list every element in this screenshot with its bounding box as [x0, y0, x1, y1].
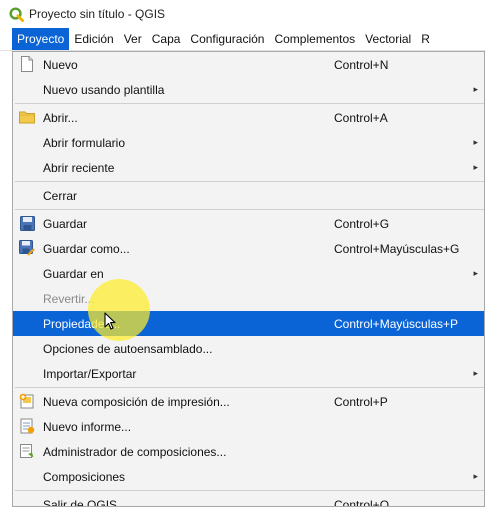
window-title: Proyecto sin título - QGIS: [29, 7, 166, 21]
menu-separator: [15, 490, 484, 491]
menu-ver[interactable]: Ver: [119, 28, 147, 50]
menu-item-nueva-composicion-de-impresion[interactable]: Nueva composición de impresión... Control…: [13, 389, 484, 414]
menu-item-shortcut: Control+Q: [334, 497, 390, 507]
menu-configuracion[interactable]: Configuración: [185, 28, 269, 50]
menu-item-label: Guardar en: [43, 266, 104, 281]
menu-r[interactable]: R: [416, 28, 435, 50]
menu-item-label: Abrir reciente: [43, 160, 115, 175]
save-as-icon: [19, 240, 35, 256]
menu-item-label: Importar/Exportar: [43, 366, 137, 381]
menu-item-guardar-en[interactable]: Guardar en ▸: [13, 261, 484, 286]
menu-vectorial[interactable]: Vectorial: [360, 28, 416, 50]
menu-item-opciones-de-autoensamblado[interactable]: Opciones de autoensamblado...: [13, 336, 484, 361]
menu-item-label: Cerrar: [43, 188, 78, 203]
menu-item-nuevo-informe[interactable]: Nuevo informe...: [13, 414, 484, 439]
menu-item-label: Salir de QGIS: [43, 497, 118, 507]
qgis-logo-icon: [9, 6, 24, 22]
menu-separator: [15, 103, 484, 104]
menu-item-abrir-formulario[interactable]: Abrir formulario ▸: [13, 130, 484, 155]
menu-item-shortcut: Control+G: [334, 216, 390, 231]
menu-item-salir-de-qgis[interactable]: Salir de QGIS Control+Q: [13, 492, 484, 507]
menu-item-abrir[interactable]: Abrir... Control+A: [13, 105, 484, 130]
menu-separator: [15, 181, 484, 182]
window-titlebar: Proyecto sin título - QGIS: [0, 0, 486, 28]
folder-icon: [19, 109, 35, 125]
save-icon: [19, 215, 35, 231]
new-print-layout-icon: [19, 393, 35, 409]
menu-item-shortcut: Control+Mayúsculas+P: [334, 316, 459, 331]
menu-item-label: Nuevo: [43, 57, 78, 72]
menu-item-propiedades[interactable]: Propiedades... Control+Mayúsculas+P: [13, 311, 484, 336]
menu-item-cerrar[interactable]: Cerrar: [13, 183, 484, 208]
menu-proyecto[interactable]: Proyecto: [12, 28, 70, 50]
menu-separator: [15, 387, 484, 388]
submenu-arrow-icon: ▸: [473, 268, 478, 278]
proyecto-menu-dropdown: Nuevo Control+N Nuevo usando plantilla ▸ Abr…: [12, 51, 485, 507]
menu-item-label: Nuevo usando plantilla: [43, 82, 165, 97]
menu-complementos[interactable]: Complementos: [269, 28, 360, 50]
menu-item-label: Guardar: [43, 216, 88, 231]
menu-item-label: Abrir...: [43, 110, 78, 125]
menu-item-importar-exportar[interactable]: Importar/Exportar ▸: [13, 361, 484, 386]
menu-item-label: Guardar como...: [43, 241, 130, 256]
submenu-arrow-icon: ▸: [473, 84, 478, 94]
menu-item-abrir-reciente[interactable]: Abrir reciente ▸: [13, 155, 484, 180]
menu-item-label: Revertir...: [43, 291, 95, 306]
submenu-arrow-icon: ▸: [473, 471, 478, 481]
submenu-arrow-icon: ▸: [473, 162, 478, 172]
menu-capa[interactable]: Capa: [147, 28, 186, 50]
menu-item-label: Propiedades...: [43, 316, 121, 331]
menu-item-shortcut: Control+Mayúsculas+G: [334, 241, 460, 256]
menu-item-label: Nuevo informe...: [43, 419, 132, 434]
menu-item-label: Opciones de autoensamblado...: [43, 341, 213, 356]
menu-item-guardar[interactable]: Guardar Control+G: [13, 211, 484, 236]
menu-item-label: Administrador de composiciones...: [43, 444, 227, 459]
menu-item-shortcut: Control+P: [334, 394, 388, 409]
menu-item-shortcut: Control+N: [334, 57, 389, 72]
menu-separator: [15, 209, 484, 210]
submenu-arrow-icon: ▸: [473, 137, 478, 147]
menu-item-label: Composiciones: [43, 469, 126, 484]
layout-manager-icon: [19, 443, 35, 459]
new-report-icon: [19, 418, 35, 434]
menu-item-composiciones[interactable]: Composiciones ▸: [13, 464, 484, 489]
new-file-icon: [19, 56, 35, 72]
menu-item-guardar-como[interactable]: Guardar como... Control+Mayúsculas+G: [13, 236, 484, 261]
menu-bar: Proyecto Edición Ver Capa Configuración Compl…: [0, 28, 486, 51]
menu-item-label: Nueva composición de impresión...: [43, 394, 230, 409]
menu-item-label: Abrir formulario: [43, 135, 126, 150]
menu-item-nuevo[interactable]: Nuevo Control+N: [13, 52, 484, 77]
submenu-arrow-icon: ▸: [473, 368, 478, 378]
menu-item-administrador-de-composiciones[interactable]: Administrador de composiciones...: [13, 439, 484, 464]
menu-edicion[interactable]: Edición: [69, 28, 118, 50]
menu-item-revertir: Revertir...: [13, 286, 484, 311]
menu-item-shortcut: Control+A: [334, 110, 388, 125]
menu-item-nuevo-usando-plantilla[interactable]: Nuevo usando plantilla ▸: [13, 77, 484, 102]
